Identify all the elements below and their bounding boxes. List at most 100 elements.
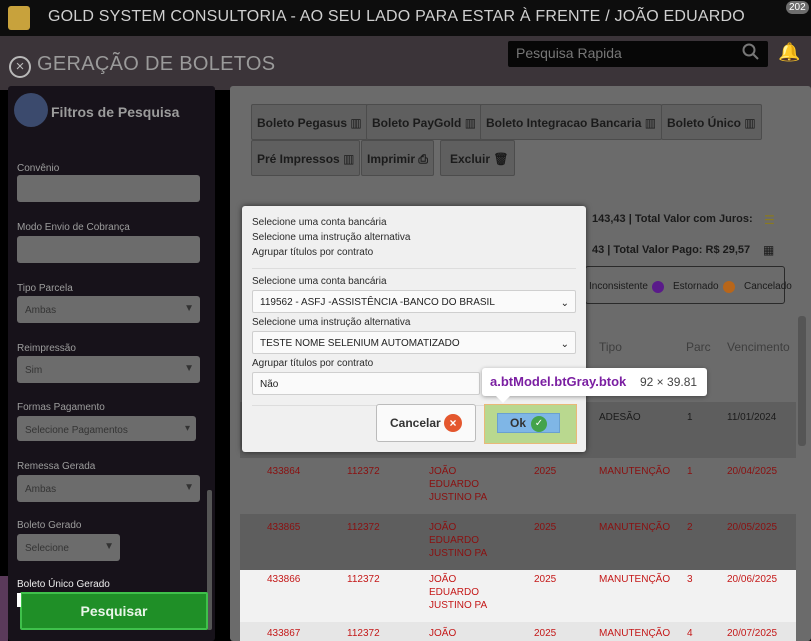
field-label: Boleto Único Gerado bbox=[17, 579, 110, 590]
cell-cod: 112372 bbox=[347, 628, 380, 639]
dialog-summary-line: Agrupar títulos por contrato bbox=[252, 247, 374, 258]
table-row[interactable]: 433867 112372 JOÃO 2025 MANUTENÇÃO 4 20/… bbox=[240, 622, 796, 641]
cell-parc: 1 bbox=[687, 412, 693, 423]
cell-venc: 20/07/2025 bbox=[727, 628, 778, 639]
dialog-summary-line: Selecione uma instrução alternativa bbox=[252, 232, 411, 243]
imprimir-button[interactable]: Imprimir ⎙ bbox=[361, 140, 434, 176]
cell-id: 433864 bbox=[267, 466, 301, 477]
cell-tipo: MANUTENÇÃO bbox=[599, 628, 671, 639]
cell-cod: 112372 bbox=[347, 522, 380, 533]
account-select[interactable]: 119562 - ASFJ -ASSISTÊNCIA -BANCO DO BRA… bbox=[252, 290, 576, 313]
cancel-icon: × bbox=[444, 414, 462, 432]
printer-icon: ⎙ bbox=[418, 152, 428, 166]
cell-id: 433867 bbox=[267, 628, 301, 639]
cell-parc: 3 bbox=[687, 574, 693, 585]
search-icon[interactable] bbox=[742, 43, 760, 61]
button-label: Boleto Integracao Bancaria bbox=[486, 116, 642, 130]
trash-icon: 🗑 bbox=[493, 152, 509, 166]
cell-parc: 2 bbox=[687, 522, 693, 533]
tipo-parcela-select[interactable]: Ambas ▼ bbox=[17, 296, 200, 323]
modo-envio-field[interactable] bbox=[17, 236, 200, 263]
cell-id: 433865 bbox=[267, 522, 301, 533]
chevron-down-icon: ▼ bbox=[104, 541, 114, 552]
cell-nome: EDUARDO bbox=[429, 587, 480, 598]
check-icon: ✓ bbox=[531, 416, 547, 432]
group-select[interactable]: Não bbox=[252, 372, 480, 395]
cell-ano: 2025 bbox=[534, 574, 557, 585]
column-parc[interactable]: Parc bbox=[686, 340, 711, 354]
button-label: Boleto Pegasus bbox=[257, 116, 348, 130]
table-row[interactable]: 433866 112372 JOÃO EDUARDO JUSTINO PA 20… bbox=[240, 570, 796, 622]
field-label: Remessa Gerada bbox=[17, 461, 96, 472]
user-icon[interactable] bbox=[8, 6, 30, 30]
cell-venc: 20/06/2025 bbox=[727, 574, 778, 585]
formas-pagamento-select[interactable]: Selecione Pagamentos ▾ bbox=[17, 416, 196, 441]
select-value: Sim bbox=[25, 365, 43, 376]
cell-ano: 2025 bbox=[534, 466, 557, 477]
chevron-down-icon: ▼ bbox=[184, 363, 194, 374]
ok-label: Ok bbox=[510, 416, 527, 430]
legend-inconsistente: Inconsistente bbox=[589, 281, 648, 292]
button-label: Excluir bbox=[450, 152, 491, 166]
account-label: Selecione uma conta bancária bbox=[252, 276, 387, 287]
cell-tipo: ADESÃO bbox=[599, 412, 641, 423]
search-button[interactable]: Pesquisar bbox=[20, 592, 208, 630]
instruction-select[interactable]: TESTE NOME SELENIUM AUTOMATIZADO ⌄ bbox=[252, 331, 576, 354]
grid-icon[interactable]: ▦ bbox=[763, 243, 774, 257]
cell-nome: EDUARDO bbox=[429, 535, 480, 546]
column-tipo[interactable]: Tipo bbox=[599, 340, 622, 354]
cell-cod: 112372 bbox=[347, 466, 380, 477]
field-label: Tipo Parcela bbox=[17, 283, 73, 294]
cell-parc: 4 bbox=[687, 628, 693, 639]
select-value: 119562 - ASFJ -ASSISTÊNCIA -BANCO DO BRA… bbox=[260, 297, 495, 308]
pre-impressos-button[interactable]: Pré Impressos ▥ bbox=[251, 140, 361, 176]
button-label: Pré Impressos bbox=[257, 152, 340, 166]
boleto-unico-button[interactable]: Boleto Único ▥ bbox=[661, 104, 762, 140]
tooltip-selector: a.btModel.btGray.btok bbox=[490, 374, 627, 389]
excluir-button[interactable]: Excluir 🗑 bbox=[440, 140, 515, 176]
boleto-paygold-button[interactable]: Boleto PayGold ▥ bbox=[366, 104, 483, 140]
text-cursor bbox=[17, 593, 21, 607]
boleto-gerado-select[interactable]: Selecione ▼ bbox=[17, 534, 120, 561]
boleto-integracao-button[interactable]: Boleto Integracao Bancaria ▥ bbox=[480, 104, 663, 140]
ok-button[interactable] bbox=[497, 413, 560, 433]
bell-icon[interactable]: 🔔 bbox=[778, 42, 800, 63]
reimpressao-select[interactable]: Sim ▼ bbox=[17, 356, 200, 383]
app-title: GOLD SYSTEM CONSULTORIA - AO SEU LADO PA… bbox=[48, 8, 745, 25]
barcode-icon: ▥ bbox=[464, 116, 477, 130]
group-label: Agrupar títulos por contrato bbox=[252, 358, 374, 369]
button-label: Imprimir bbox=[367, 152, 416, 166]
table-row[interactable]: 433864 112372 JOÃO EDUARDO JUSTINO PA 20… bbox=[240, 458, 796, 514]
cell-venc: 11/01/2024 bbox=[727, 412, 777, 423]
cell-venc: 20/05/2025 bbox=[727, 522, 778, 533]
select-value: Não bbox=[260, 379, 279, 390]
chevron-down-icon: ▼ bbox=[184, 482, 194, 493]
barcode-icon: ▥ bbox=[350, 116, 362, 130]
field-label: Modo Envio de Cobrança bbox=[17, 222, 130, 233]
table-row[interactable]: 433865 112372 JOÃO EDUARDO JUSTINO PA 20… bbox=[240, 514, 796, 570]
column-vencimento[interactable]: Vencimento bbox=[727, 340, 790, 354]
printer-icon bbox=[14, 93, 48, 127]
cell-nome: JOÃO bbox=[429, 466, 457, 477]
inconsistente-dot bbox=[652, 281, 664, 293]
convenio-field[interactable] bbox=[17, 175, 200, 202]
instruction-label: Selecione uma instrução alternativa bbox=[252, 317, 411, 328]
cell-nome: JOÃO bbox=[429, 574, 457, 585]
page-title: GERAÇÃO DE BOLETOS bbox=[37, 53, 276, 75]
filters-title: Filtros de Pesquisa bbox=[51, 104, 180, 120]
cell-nome: JOÃO bbox=[429, 522, 457, 533]
close-icon[interactable]: × bbox=[9, 56, 31, 78]
tooltip-size: 92 × 39.81 bbox=[640, 375, 698, 389]
main-scrollbar[interactable] bbox=[798, 316, 806, 446]
boleto-pegasus-button[interactable]: Boleto Pegasus ▥ bbox=[251, 104, 368, 140]
summary-juros: 143,43 | Total Valor com Juros: bbox=[592, 213, 753, 225]
button-label: Boleto Único bbox=[667, 116, 741, 130]
remessa-gerada-select[interactable]: Ambas ▼ bbox=[17, 475, 200, 502]
chevron-down-icon: ⌄ bbox=[560, 298, 569, 309]
field-label: Reimpressão bbox=[17, 343, 76, 354]
chevron-down-icon: ▼ bbox=[184, 303, 194, 314]
menu-icon[interactable]: ☰ bbox=[764, 213, 775, 227]
field-label: Convênio bbox=[17, 163, 60, 174]
select-value: Selecione Pagamentos bbox=[25, 425, 128, 436]
barcode-icon: ▥ bbox=[343, 152, 355, 166]
